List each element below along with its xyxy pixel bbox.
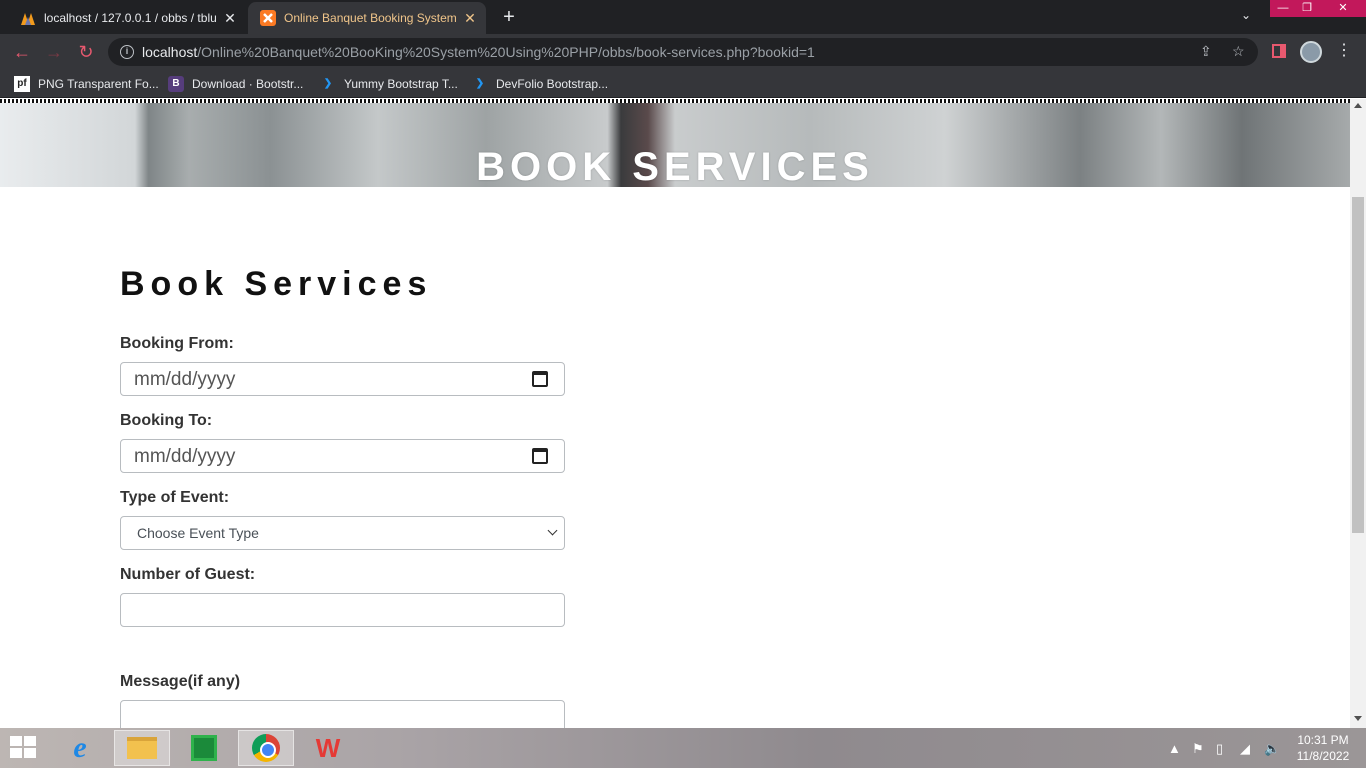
- bookmark-devfolio-bootstrap[interactable]: ❯ DevFolio Bootstrap...: [472, 75, 608, 93]
- show-hidden-icons-icon[interactable]: ▲: [1168, 741, 1181, 756]
- internet-explorer-icon[interactable]: e: [52, 730, 108, 766]
- tab-title: Online Banquet Booking System: [284, 11, 457, 25]
- bookmark-yummy-bootstrap[interactable]: ❯ Yummy Bootstrap T...: [320, 75, 458, 93]
- clock-time: 10:31 PM: [1297, 733, 1349, 747]
- side-panel-icon[interactable]: [1272, 44, 1286, 58]
- new-tab-button[interactable]: +: [498, 6, 520, 28]
- chevron-down-icon: [547, 525, 558, 536]
- guest-count-input[interactable]: [120, 593, 565, 627]
- bookmark-star-icon[interactable]: ☆: [1232, 43, 1245, 60]
- file-explorer-icon[interactable]: [114, 730, 170, 766]
- page-scrollbar[interactable]: [1350, 99, 1366, 728]
- volume-icon[interactable]: 🔈: [1264, 741, 1280, 757]
- pngfind-icon: pf: [14, 76, 30, 92]
- event-type-label: Type of Event:: [120, 489, 230, 506]
- form-heading: Book Services: [120, 265, 433, 303]
- windows-store-icon[interactable]: [176, 730, 232, 766]
- hero-title: BOOK SERVICES: [476, 145, 874, 189]
- tab-bar: localhost / 127.0.0.1 / obbs / tblu ✕ On…: [0, 0, 1366, 34]
- wps-office-icon[interactable]: W: [300, 730, 356, 766]
- tab-close-icon[interactable]: ✕: [460, 10, 480, 27]
- bootstrap-icon: B: [168, 76, 184, 92]
- event-type-select[interactable]: Choose Event Type: [120, 516, 565, 550]
- booking-to-date-input[interactable]: mm/dd/yyyy: [120, 439, 565, 473]
- bookmark-label: DevFolio Bootstrap...: [496, 77, 609, 91]
- bookmark-download-bootstrap[interactable]: B Download · Bootstr...: [168, 75, 303, 93]
- tab-title: localhost / 127.0.0.1 / obbs / tblu: [44, 11, 217, 25]
- page-viewport: BOOK SERVICES Book Services Booking From…: [0, 99, 1366, 728]
- back-arrow-icon[interactable]: ←: [10, 40, 34, 64]
- chrome-icon[interactable]: [238, 730, 294, 766]
- device-icon[interactable]: ▯: [1216, 741, 1223, 757]
- message-textarea[interactable]: [120, 700, 565, 728]
- clock-date: 11/8/2022: [1296, 749, 1350, 763]
- bookmark-label: Yummy Bootstrap T...: [344, 77, 458, 91]
- menu-kebab-icon[interactable]: ⋮: [1336, 40, 1352, 60]
- tab-search-chevron-icon[interactable]: ⌄: [1236, 8, 1256, 26]
- tab-close-icon[interactable]: ✕: [220, 10, 240, 27]
- phpmyadmin-icon: [21, 13, 35, 25]
- guest-count-label: Number of Guest:: [120, 566, 256, 583]
- url-path: /Online%20Banquet%20BooKing%20System%20U…: [197, 44, 815, 60]
- action-center-flag-icon[interactable]: ⚑: [1192, 741, 1204, 757]
- windows-taskbar: e W ▲ ⚑ ▯ ◢ 🔈 10:31 PM 11/8/2022: [0, 728, 1366, 768]
- share-icon[interactable]: ⇪: [1200, 43, 1212, 60]
- bootstrapmade-icon: ❯: [323, 78, 333, 89]
- message-label: Message(if any): [120, 673, 241, 690]
- date-placeholder: mm/dd/yyyy: [134, 369, 236, 390]
- scroll-down-arrow-icon[interactable]: [1354, 716, 1362, 721]
- tab-banquet-booking[interactable]: Online Banquet Booking System ✕: [248, 2, 486, 34]
- profile-avatar[interactable]: [1300, 41, 1322, 63]
- scroll-up-arrow-icon[interactable]: [1354, 103, 1362, 108]
- bookmarks-bar: pf PNG Transparent Fo... B Download · Bo…: [0, 70, 1366, 98]
- xampp-icon: [260, 10, 276, 26]
- url-host: localhost: [142, 44, 198, 60]
- window-close-button[interactable]: ✕: [1320, 0, 1366, 17]
- calendar-icon[interactable]: [532, 448, 548, 464]
- date-placeholder: mm/dd/yyyy: [134, 446, 236, 467]
- network-icon[interactable]: ◢: [1240, 741, 1250, 757]
- reload-icon[interactable]: ↻: [74, 40, 98, 64]
- booking-to-label: Booking To:: [120, 412, 213, 429]
- calendar-icon[interactable]: [532, 371, 548, 387]
- booking-from-date-input[interactable]: mm/dd/yyyy: [120, 362, 565, 396]
- bookmark-label: PNG Transparent Fo...: [38, 77, 159, 91]
- bookmark-label: Download · Bootstr...: [192, 77, 304, 91]
- address-bar[interactable]: i localhost/Online%20Banquet%20BooKing%2…: [108, 38, 1258, 66]
- forward-arrow-icon[interactable]: →: [42, 40, 66, 64]
- windows-start-icon[interactable]: [10, 736, 38, 760]
- minimize-button[interactable]: —: [1270, 0, 1296, 17]
- hero-banner: BOOK SERVICES: [0, 103, 1350, 189]
- browser-toolbar: ← → ↻ i localhost/Online%20Banquet%20Boo…: [0, 34, 1366, 70]
- tab-phpmyadmin[interactable]: localhost / 127.0.0.1 / obbs / tblu ✕: [8, 2, 246, 34]
- bootstrapmade-icon: ❯: [475, 78, 485, 89]
- bookmark-png-transparent[interactable]: pf PNG Transparent Fo...: [14, 75, 159, 93]
- booking-from-label: Booking From:: [120, 335, 234, 352]
- maximize-button[interactable]: ❐: [1294, 0, 1320, 17]
- site-info-icon[interactable]: i: [120, 45, 134, 59]
- event-type-selected: Choose Event Type: [137, 525, 259, 541]
- scroll-thumb[interactable]: [1352, 197, 1364, 533]
- taskbar-clock[interactable]: 10:31 PM 11/8/2022: [1292, 732, 1354, 764]
